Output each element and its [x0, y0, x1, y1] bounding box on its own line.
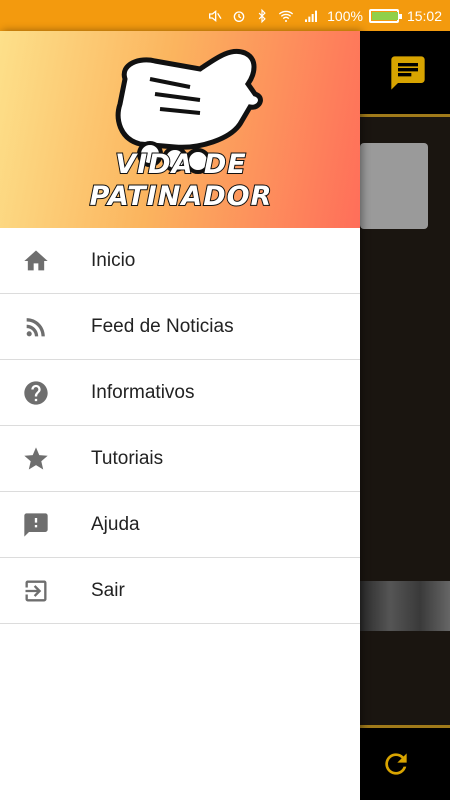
navigation-drawer: VIDA DE PATINADOR Inicio Feed de Noticia…: [0, 31, 360, 800]
menu-item-tutoriais[interactable]: Tutoriais: [0, 426, 360, 492]
menu-item-informativos[interactable]: Informativos: [0, 360, 360, 426]
star-icon: [0, 445, 91, 473]
drawer-header: VIDA DE PATINADOR: [0, 31, 360, 228]
refresh-icon: [385, 753, 407, 775]
drawer-menu: Inicio Feed de Noticias Informativos Tut…: [0, 228, 360, 624]
chat-icon: [391, 56, 425, 90]
menu-item-label: Feed de Noticias: [91, 315, 234, 337]
rss-icon: [0, 313, 91, 341]
menu-item-inicio[interactable]: Inicio: [0, 228, 360, 294]
help-icon: [0, 379, 91, 407]
background-photo: [360, 581, 450, 631]
menu-item-ajuda[interactable]: Ajuda: [0, 492, 360, 558]
menu-item-label: Informativos: [91, 381, 195, 403]
menu-item-label: Ajuda: [91, 513, 140, 535]
battery-percent: 100%: [327, 7, 363, 24]
exit-icon: [0, 577, 91, 605]
bluetooth-icon: [258, 8, 266, 23]
status-icons: [207, 8, 319, 24]
menu-item-label: Tutoriais: [91, 447, 164, 469]
battery-icon: [368, 8, 402, 23]
wifi-icon: [279, 10, 294, 22]
logo-title-line1: VIDA DE: [114, 148, 247, 181]
logo-title-line2: PATINADOR: [89, 180, 273, 213]
chat-button[interactable]: [388, 53, 428, 93]
menu-item-feed[interactable]: Feed de Noticias: [0, 294, 360, 360]
refresh-button[interactable]: [380, 748, 412, 780]
status-bar: 100% 15:02: [0, 0, 450, 31]
feedback-icon: [0, 511, 91, 539]
mute-icon: [209, 9, 222, 22]
home-icon: [0, 247, 91, 275]
menu-item-sair[interactable]: Sair: [0, 558, 360, 624]
background-card: [360, 143, 428, 229]
menu-item-label: Sair: [91, 579, 125, 601]
status-time: 15:02: [406, 7, 442, 24]
signal-icon: [305, 10, 318, 22]
alarm-icon: [233, 10, 245, 22]
battery-fill: [371, 11, 398, 20]
menu-item-label: Inicio: [91, 249, 136, 271]
